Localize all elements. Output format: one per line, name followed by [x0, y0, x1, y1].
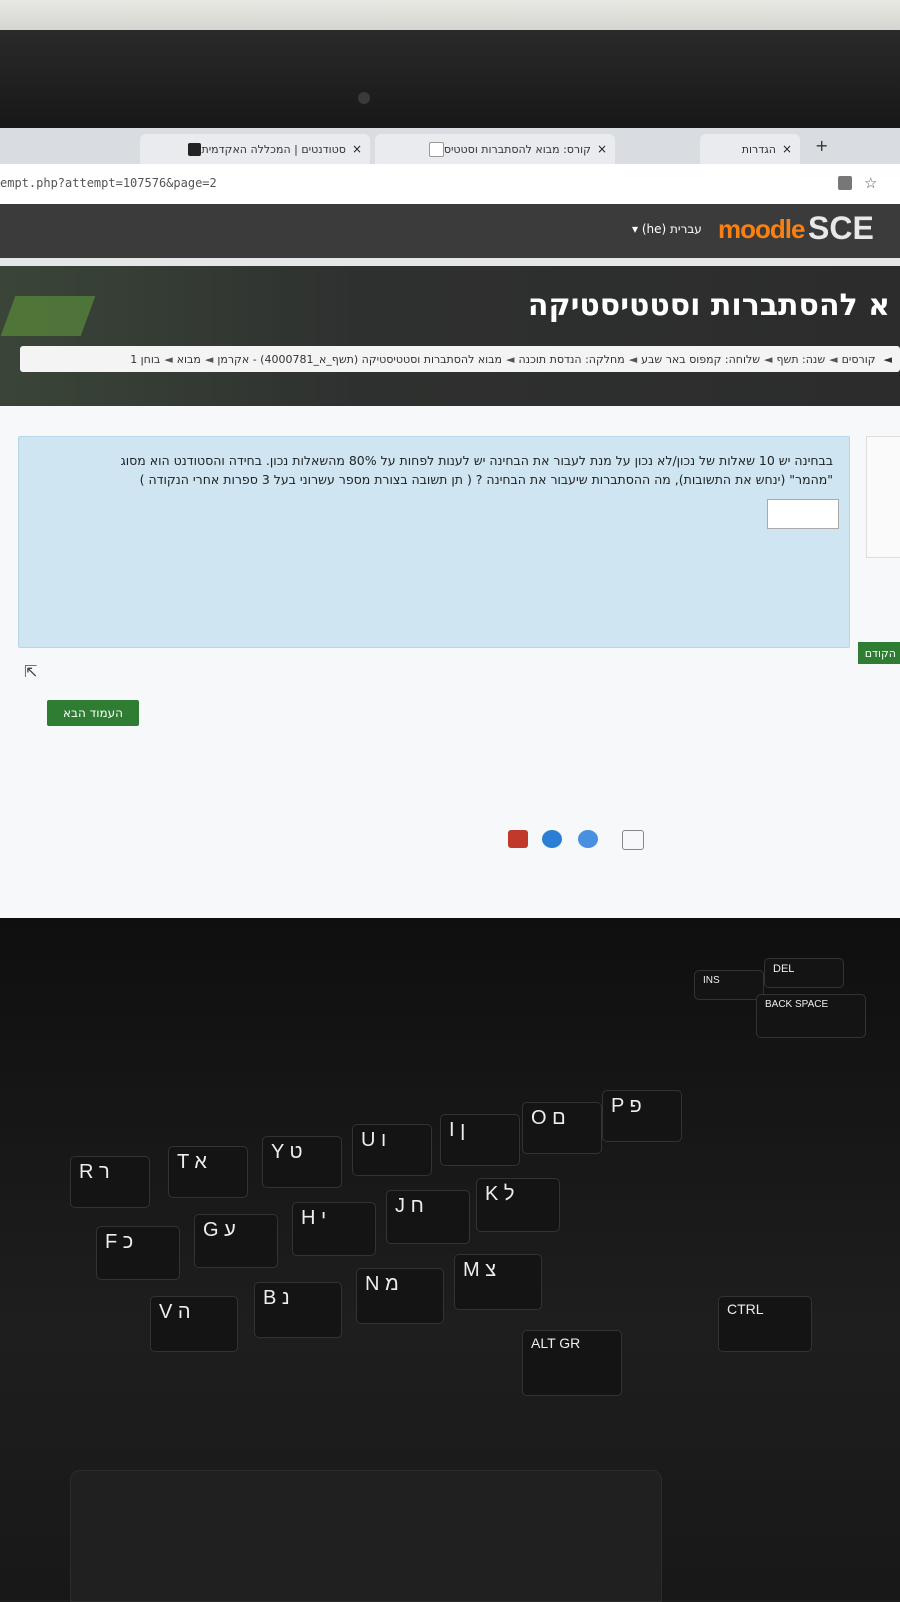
- key-m[interactable]: M צ: [454, 1254, 542, 1310]
- language-selector[interactable]: עברית (he) ▾: [632, 222, 702, 236]
- breadcrumb-item-courses[interactable]: קורסים: [842, 353, 876, 366]
- key-g[interactable]: G ע: [194, 1214, 278, 1268]
- new-tab-button[interactable]: +: [815, 136, 828, 155]
- key-k[interactable]: K ל: [476, 1178, 560, 1232]
- key-ins[interactable]: INS: [694, 970, 764, 1000]
- key-n[interactable]: N מ: [356, 1268, 444, 1324]
- breadcrumb: ◄ קורסים ◄ שנה: תשף ◄ שלוחה: קמפוס באר ש…: [20, 346, 900, 372]
- question-line-1: בבחינה יש 10 שאלות של נכון/לא נכון על מנ…: [120, 453, 833, 468]
- url-text[interactable]: empt.php?attempt=107576&page=2: [0, 176, 217, 190]
- previous-page-button[interactable]: הקודם: [858, 642, 900, 664]
- breadcrumb-item-course[interactable]: מבוא להסתברות וסטטיסטיקה (תשף_א_4000781)…: [217, 353, 502, 366]
- breadcrumb-item-year[interactable]: שנה: תשף: [776, 353, 825, 366]
- question-line-2: "מהמר" (ינחש את התשובות), מה ההסתברות שי…: [139, 472, 833, 487]
- key-altgr[interactable]: ALT GR: [522, 1330, 622, 1396]
- key-v[interactable]: V ה: [150, 1296, 238, 1352]
- mouse-cursor-icon: ⇱: [24, 662, 38, 681]
- tab-label: קורס: מבוא להסתברות וסטטיס: [443, 142, 591, 156]
- touchpad[interactable]: [70, 1470, 662, 1602]
- key-i[interactable]: I ן: [440, 1114, 520, 1166]
- address-bar[interactable]: empt.php?attempt=107576&page=2 ☆: [0, 164, 900, 205]
- key-h[interactable]: H י: [292, 1202, 376, 1256]
- key-t[interactable]: T א: [168, 1146, 248, 1198]
- monitor-bezel: [0, 30, 900, 140]
- key-ctrl[interactable]: CTRL: [718, 1296, 812, 1352]
- bookmark-star-icon[interactable]: ☆: [864, 174, 877, 192]
- key-del[interactable]: DEL: [764, 958, 844, 988]
- next-page-button[interactable]: העמוד הבא: [47, 700, 139, 726]
- sce-logo[interactable]: SCE: [808, 210, 874, 247]
- webcam: [358, 92, 370, 104]
- key-b[interactable]: B נ: [254, 1282, 342, 1338]
- key-j[interactable]: J ח: [386, 1190, 470, 1244]
- tab-course[interactable]: × קורס: מבוא להסתברות וסטטיס: [375, 134, 615, 164]
- laptop-keyboard: R ר T א Y ט U ו I ן O ם P פ F כ G ע H י …: [0, 918, 900, 1602]
- answer-input[interactable]: [767, 499, 839, 529]
- translate-icon[interactable]: [838, 176, 852, 190]
- header-divider: [0, 258, 900, 266]
- browser-tab-strip: × סטודנטים | המכללה האקדמית × קורס: מבוא…: [0, 128, 900, 164]
- key-y[interactable]: Y ט: [262, 1136, 342, 1188]
- key-r[interactable]: R ר: [70, 1156, 150, 1208]
- key-u[interactable]: U ו: [352, 1124, 432, 1176]
- app-icon[interactable]: [508, 830, 528, 848]
- tab-close-icon[interactable]: ×: [352, 142, 362, 156]
- breadcrumb-item-department[interactable]: מחלקה: הנדסת תוכנה: [518, 353, 624, 366]
- tab-close-icon[interactable]: ×: [782, 142, 792, 156]
- tab-close-icon[interactable]: ×: [597, 142, 607, 156]
- tab-favicon-icon: [188, 142, 202, 156]
- tab-favicon-icon: [428, 141, 444, 157]
- breadcrumb-sep: ◄: [883, 352, 892, 366]
- laptop-screen: × סטודנטים | המכללה האקדמית × קורס: מבוא…: [0, 128, 900, 918]
- breadcrumb-item-quiz[interactable]: בוחן 1: [130, 353, 160, 366]
- graduation-cap-icon: [0, 296, 96, 336]
- tab-students[interactable]: × סטודנטים | המכללה האקדמית: [140, 134, 370, 164]
- tab-label: סטודנטים | המכללה האקדמית: [201, 142, 346, 156]
- key-p[interactable]: P פ: [602, 1090, 682, 1142]
- question-box: בבחינה יש 10 שאלות של נכון/לא נכון על מנ…: [18, 436, 850, 648]
- edge-icon[interactable]: [542, 830, 562, 848]
- moodle-logo[interactable]: moodle: [718, 214, 805, 245]
- task-view-icon[interactable]: [622, 830, 644, 850]
- moodle-header: עברית (he) ▾ moodle SCE: [0, 204, 900, 258]
- breadcrumb-item-campus[interactable]: שלוחה: קמפוס באר שבע: [641, 353, 760, 366]
- taskbar: [400, 820, 900, 860]
- key-f[interactable]: F כ: [96, 1226, 180, 1280]
- key-backspace[interactable]: BACK SPACE: [756, 994, 866, 1038]
- quiz-navigation-panel: [866, 436, 900, 558]
- course-banner: א להסתברות וסטטיסטיקה ◄ קורסים ◄ שנה: תש…: [0, 266, 900, 406]
- breadcrumb-item-intro[interactable]: מבוא: [177, 353, 201, 366]
- chrome-icon[interactable]: [578, 830, 598, 848]
- course-title: א להסתברות וסטטיסטיקה: [527, 288, 890, 323]
- tab-label: הגדרות: [741, 142, 776, 156]
- tab-settings[interactable]: × הגדרות: [700, 134, 800, 164]
- question-text: בבחינה יש 10 שאלות של נכון/לא נכון על מנ…: [43, 451, 833, 489]
- key-o[interactable]: O ם: [522, 1102, 602, 1154]
